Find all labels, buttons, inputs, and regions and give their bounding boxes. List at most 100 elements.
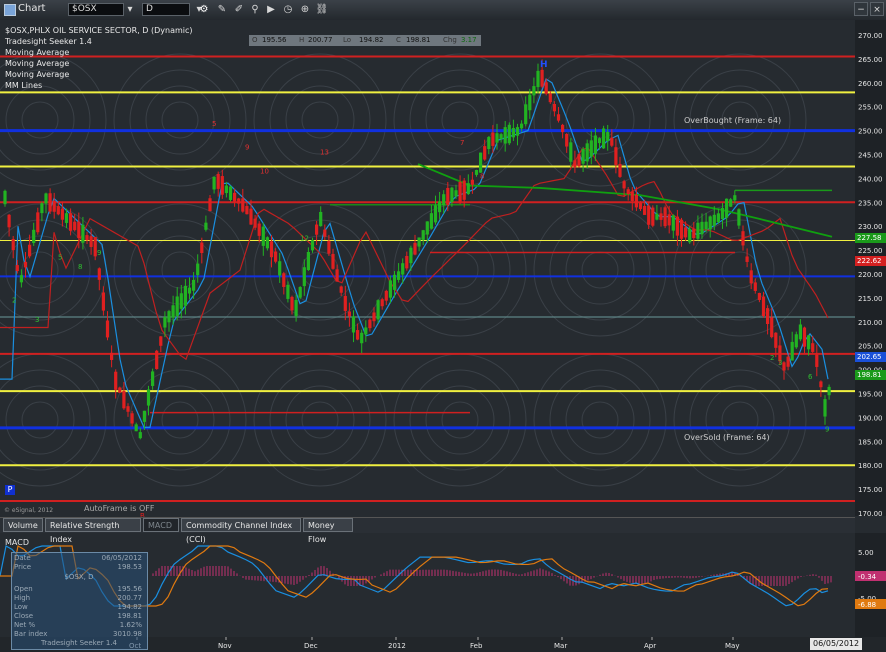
candle-body: [565, 133, 569, 147]
candle-body: [175, 296, 179, 317]
price-axis-label: 175.00: [858, 486, 883, 494]
candle-body: [269, 241, 274, 258]
sequence-number: 9: [245, 144, 249, 152]
candle-body: [335, 269, 339, 282]
sequence-number: 3: [35, 316, 39, 324]
chart-icon: [4, 4, 16, 16]
candle-body: [413, 242, 417, 255]
macd-tag-text: -6.88: [858, 601, 876, 609]
play-icon[interactable]: ▶: [264, 3, 278, 16]
ohlc-chg: 3.17: [461, 36, 477, 44]
price-axis-label: 250.00: [858, 128, 883, 136]
marker-icon[interactable]: ✐: [232, 3, 246, 16]
candle-body: [462, 180, 466, 200]
candle-body: [339, 286, 343, 293]
price-axis: 270.00 265.00 260.00 255.00 250.00 245.00 240.…: [855, 20, 886, 518]
macd-title: MACD: [5, 538, 29, 547]
candle-body: [794, 334, 798, 348]
candle-body: [69, 213, 73, 231]
candle-body: [745, 256, 749, 262]
candle-body: [520, 123, 524, 129]
candle-body: [290, 296, 294, 311]
candle-body: [327, 240, 331, 254]
line-tool-icon[interactable]: ⚲: [248, 3, 262, 16]
candle-body: [647, 205, 651, 225]
candle-body: [3, 190, 7, 205]
candle-body: [524, 104, 528, 125]
candle-body: [216, 174, 220, 189]
pencil-icon[interactable]: ✎: [215, 3, 229, 16]
candle-body: [32, 229, 36, 244]
x-axis-label: Apr: [644, 642, 656, 650]
p-marker[interactable]: P: [5, 485, 15, 495]
candle-body: [7, 214, 11, 228]
candle-body: [688, 228, 692, 243]
circle-plus-icon[interactable]: ⊕: [298, 3, 312, 16]
candle-body: [15, 265, 19, 272]
ohlc-label-chg: Chg: [443, 36, 457, 44]
candle-body: [532, 86, 536, 96]
close-button[interactable]: ×: [870, 2, 884, 16]
tab-volume[interactable]: Volume: [3, 518, 43, 532]
candle-body: [704, 221, 708, 230]
candle-body: [253, 218, 257, 228]
x-axis-label: Mar: [554, 642, 567, 650]
settings-icon[interactable]: ⚙: [197, 3, 211, 16]
candle-body: [351, 316, 356, 333]
candle-body: [126, 406, 130, 412]
tab-cci[interactable]: Commodity Channel Index (CCI): [181, 518, 301, 544]
price-axis-label: 240.00: [858, 175, 883, 183]
x-axis-label: 2012: [388, 642, 406, 650]
candle-body: [692, 228, 696, 238]
candle-body: [766, 308, 770, 324]
symbol-input[interactable]: [68, 3, 124, 16]
x-axis-label: Dec: [304, 642, 318, 650]
candle-body: [815, 354, 819, 367]
candle-body: [593, 135, 597, 154]
overbought-label: OverBought (Frame: 64): [684, 116, 782, 125]
candle-body: [474, 169, 479, 175]
candle-body: [811, 343, 815, 352]
candle-body: [40, 203, 44, 214]
candle-body: [220, 176, 224, 195]
candle-body: [200, 242, 204, 254]
candle-body: [138, 432, 142, 439]
alert-icon[interactable]: ◷: [281, 3, 295, 16]
candle-body: [761, 296, 766, 317]
tab-money-flow[interactable]: Money Flow: [303, 518, 353, 544]
candle-body: [11, 239, 15, 251]
heading-study-ma1: Moving Average: [5, 48, 70, 57]
candle-body: [241, 198, 245, 212]
candle-body: [60, 208, 64, 220]
price-tag: 202.65: [855, 351, 886, 362]
candle-body: [770, 317, 774, 338]
data-row-net: Net % 1.62%: [14, 621, 142, 629]
tab-rsi[interactable]: Relative Strength Index: [45, 518, 141, 544]
link-icon[interactable]: ⛓: [315, 3, 329, 16]
candle-body: [224, 185, 228, 194]
candle-body: [597, 138, 602, 144]
candle-body: [720, 207, 725, 219]
interval-input[interactable]: [142, 3, 190, 16]
price-tag: 222.62: [855, 256, 886, 267]
candle-body: [36, 212, 40, 233]
price-axis-label: 265.00: [858, 56, 883, 64]
candle-body: [397, 271, 401, 280]
ohlc-high: 200.77: [308, 36, 333, 44]
sequence-number: 9: [825, 426, 829, 434]
current-date-tag: 06/05/2012: [810, 638, 863, 650]
ohlc-readout: O 195.56 H 200.77 Lo 194.82 C 198.81 Chg…: [249, 35, 481, 46]
minimize-button[interactable]: −: [854, 2, 868, 16]
macd-axis-label: 5.00: [858, 549, 874, 557]
macd-tag-text: -0.34: [858, 573, 877, 581]
candle-body: [552, 103, 556, 112]
symbol-dropdown-icon[interactable]: ▾: [123, 3, 137, 16]
price-axis-label: 210.00: [858, 319, 883, 327]
candle-body: [401, 263, 405, 275]
candle-body: [282, 273, 286, 287]
tab-macd[interactable]: MACD: [143, 518, 179, 532]
price-axis-label: 215.00: [858, 295, 883, 303]
heading-study-ma3: Moving Average: [5, 70, 70, 79]
ohlc-open: 195.56: [262, 36, 287, 44]
candle-body: [528, 94, 532, 111]
